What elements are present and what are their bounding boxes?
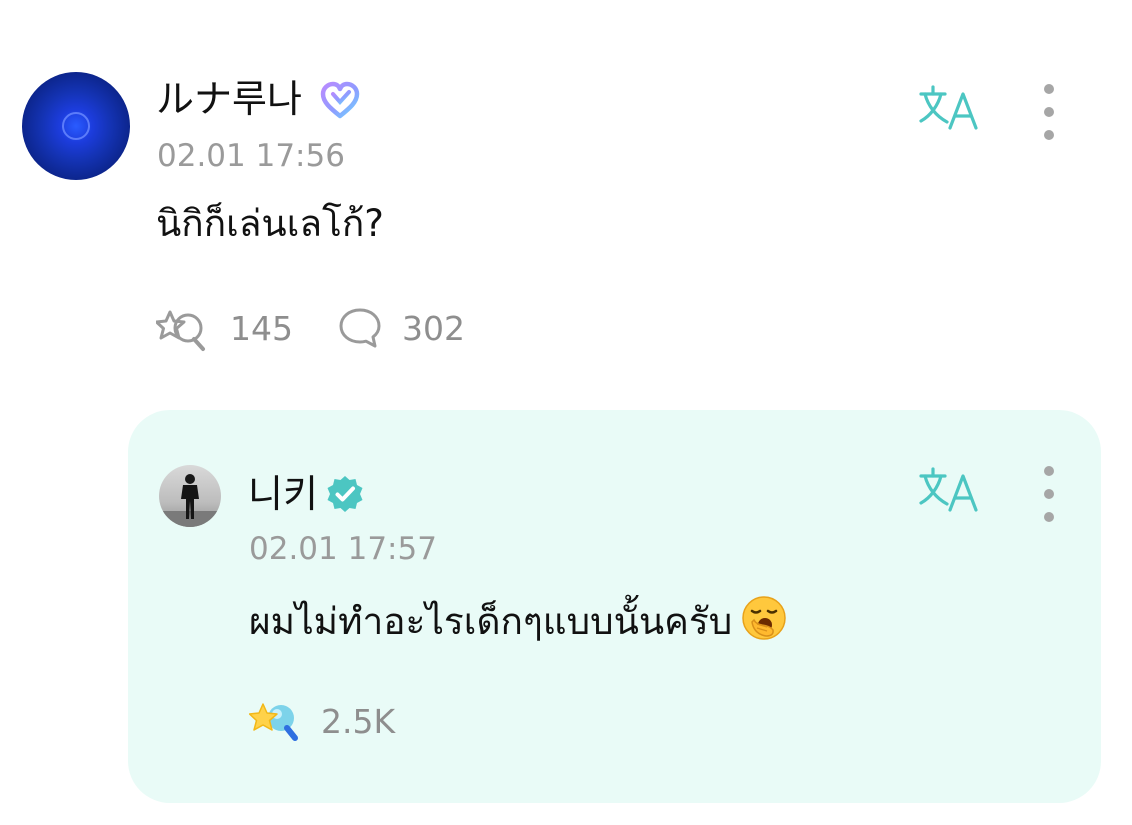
reply-body: ผมไม่ทำอะไรเด็กๆแบบนั้นครับ (249, 600, 733, 643)
reaction-filled-icon[interactable] (249, 698, 303, 746)
reply-author-name[interactable]: 니키 (248, 475, 318, 513)
reply-timestamp: 02.01 17:57 (249, 531, 437, 567)
fan-heart-badge-icon (320, 81, 360, 119)
translate-icon[interactable] (918, 466, 980, 516)
post-body: นิกิก็เล่นเลโก้? (156, 202, 384, 245)
more-options-icon[interactable] (1038, 466, 1060, 522)
artist-avatar[interactable] (159, 465, 221, 527)
fan-avatar[interactable] (22, 72, 130, 180)
reaction-icon[interactable] (156, 306, 208, 352)
reply-reactions-count: 2.5K (321, 702, 396, 741)
verified-badge-icon (327, 476, 363, 512)
more-options-icon[interactable] (1038, 84, 1060, 140)
comments-count: 302 (402, 309, 465, 348)
translate-icon[interactable] (918, 84, 980, 134)
yawning-face-emoji (742, 596, 787, 640)
comment-bubble-icon[interactable] (337, 306, 383, 350)
post-author-name[interactable]: ルナ루나 (156, 80, 302, 118)
reply-body-line: ผมไม่ทำอะไรเด็กๆแบบนั้นครับ (249, 594, 788, 644)
avatar-ring-decoration (62, 112, 90, 140)
reactions-count: 145 (230, 309, 293, 348)
artist-figure-silhouette (159, 474, 221, 527)
post-timestamp: 02.01 17:56 (157, 138, 345, 174)
